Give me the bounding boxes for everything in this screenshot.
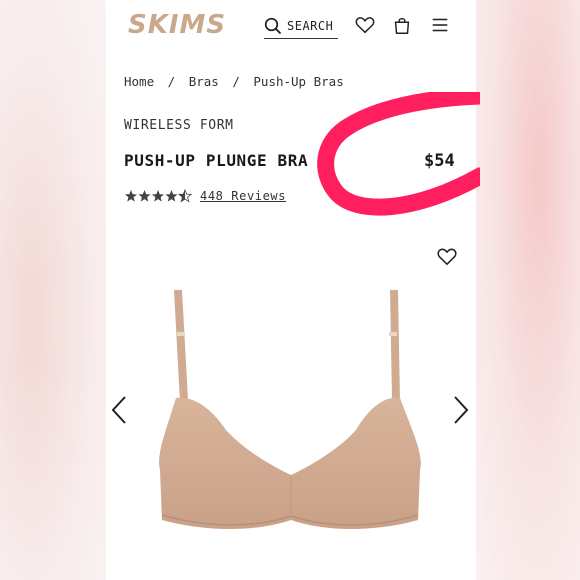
star-icon: [138, 190, 151, 202]
left-backdrop: [0, 0, 106, 580]
star-icon: [152, 190, 164, 202]
star-icon: [125, 190, 137, 202]
reviews-link[interactable]: 448 Reviews: [200, 189, 286, 203]
product-image: [159, 290, 421, 529]
right-backdrop: [476, 0, 580, 580]
menu-icon[interactable]: [429, 14, 451, 36]
search-bar[interactable]: SEARCH: [264, 14, 338, 39]
star-rating: [125, 189, 192, 203]
half-star-icon: [178, 189, 192, 203]
product-rating: 448 Reviews: [124, 189, 286, 203]
product-collection: WIRELESS FORM: [124, 118, 234, 133]
breadcrumb-separator: /: [167, 74, 176, 89]
chevron-right-icon[interactable]: [452, 395, 470, 425]
heart-icon[interactable]: [354, 14, 376, 36]
breadcrumb-push-up-bras[interactable]: Push-Up Bras: [253, 74, 343, 89]
mobile-page: SKIMS SEARCH Home / Bras / Push-Up Bras …: [106, 0, 476, 580]
brand-logo[interactable]: SKIMS: [128, 10, 226, 40]
highlight-circle: [317, 92, 480, 216]
search-label: SEARCH: [287, 19, 334, 33]
breadcrumb-separator: /: [232, 74, 240, 89]
search-icon: [264, 17, 282, 35]
breadcrumb-home[interactable]: Home: [124, 74, 154, 89]
chevron-left-icon[interactable]: [110, 395, 128, 425]
breadcrumb-bras[interactable]: Bras: [189, 74, 219, 89]
star-icon: [165, 190, 178, 202]
product-title: PUSH-UP PLUNGE BRA: [124, 151, 309, 170]
heart-icon[interactable]: [436, 246, 458, 266]
breadcrumb: Home / Bras / Push-Up Bras: [124, 74, 350, 89]
bag-icon[interactable]: [391, 14, 413, 36]
